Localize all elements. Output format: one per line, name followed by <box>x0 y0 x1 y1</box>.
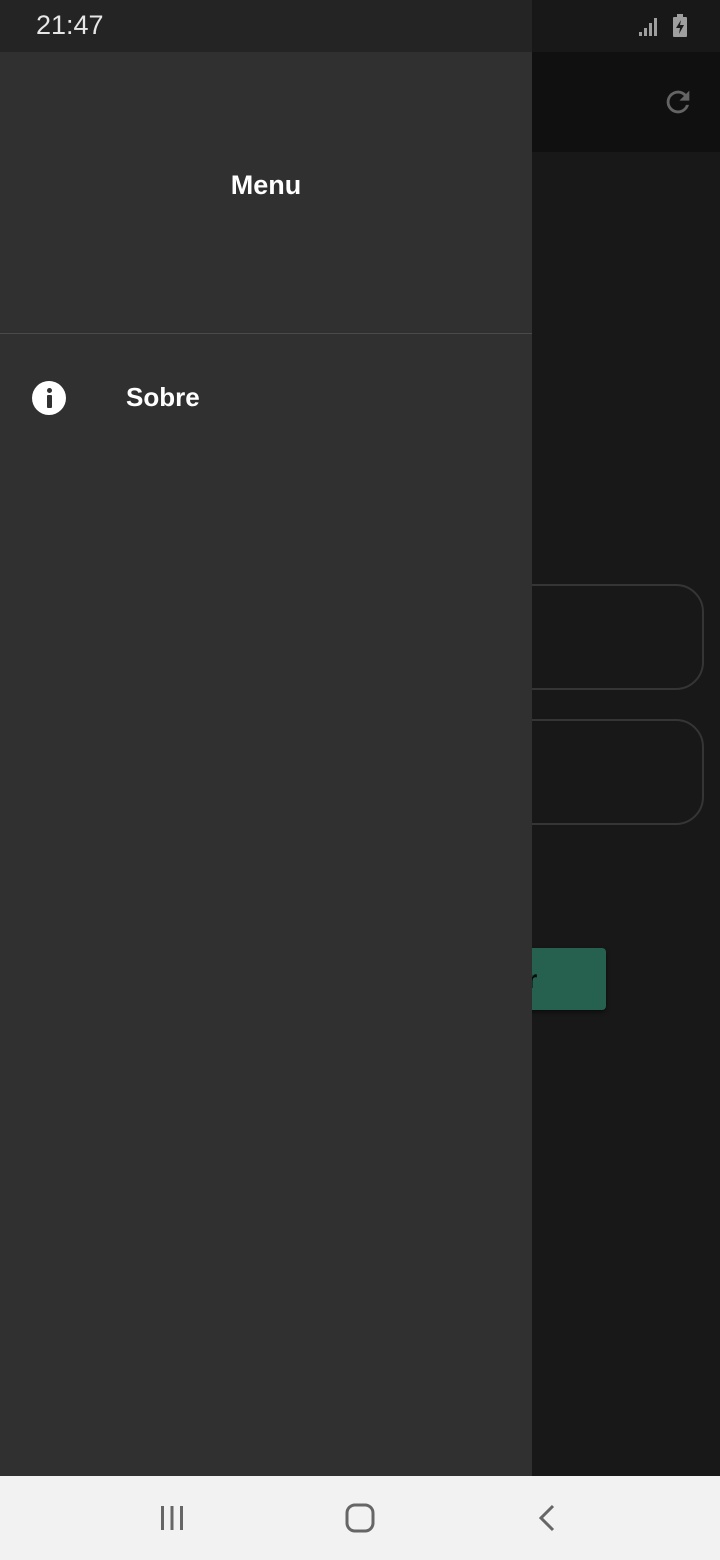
system-nav-bar <box>0 1476 720 1560</box>
home-button[interactable] <box>320 1488 400 1548</box>
drawer-header: Menu <box>0 52 532 334</box>
battery-charging-icon <box>673 14 687 37</box>
home-icon <box>345 1503 375 1533</box>
recents-button[interactable] <box>132 1488 212 1548</box>
status-icons <box>638 14 688 38</box>
drawer-status-area: 21:47 <box>0 0 532 52</box>
back-icon <box>538 1504 555 1532</box>
drawer-title: Menu <box>230 170 302 200</box>
drawer-item-label: Sobre <box>126 382 200 412</box>
back-button[interactable] <box>508 1488 588 1548</box>
status-time: 21:47 <box>36 10 104 40</box>
signal-icon <box>639 18 657 36</box>
info-icon <box>32 381 66 415</box>
recents-icon <box>161 1506 183 1530</box>
drawer-item-sobre[interactable]: Sobre <box>0 362 532 434</box>
navigation-drawer: 21:47 Menu Sobre <box>0 0 532 1476</box>
